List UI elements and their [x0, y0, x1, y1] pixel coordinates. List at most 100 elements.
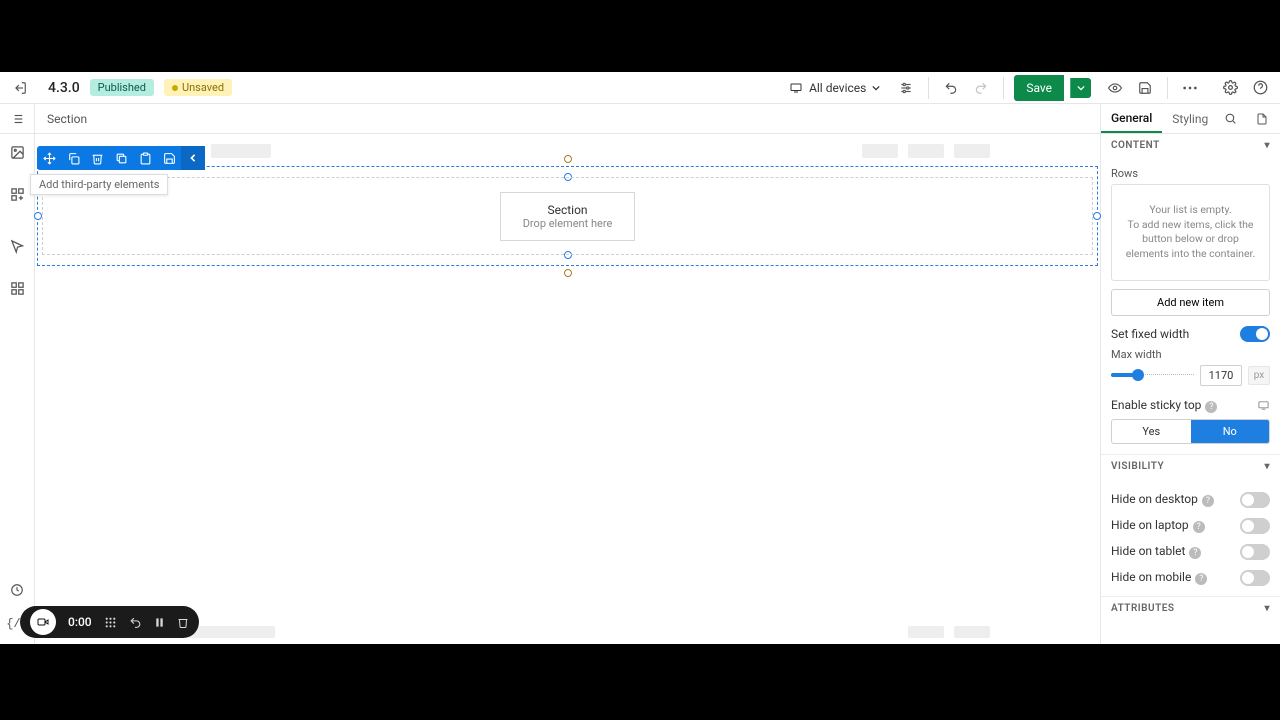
hide-laptop-label: Hide on laptop? — [1111, 518, 1205, 533]
more-icon[interactable] — [1178, 76, 1202, 100]
help-icon[interactable]: ? — [1193, 521, 1205, 533]
redo-icon[interactable] — [969, 76, 993, 100]
camera-icon[interactable] — [30, 609, 56, 635]
drop-box: Section Drop element here — [500, 192, 636, 241]
add-new-item-button[interactable]: Add new item — [1111, 289, 1270, 316]
resize-handle[interactable] — [564, 269, 572, 277]
preview-icon[interactable] — [1103, 76, 1127, 100]
resize-handle[interactable] — [34, 212, 42, 220]
help-icon[interactable]: ? — [1195, 573, 1207, 585]
page-icon[interactable] — [1250, 107, 1274, 131]
hide-laptop-toggle[interactable] — [1240, 518, 1270, 534]
exit-icon[interactable] — [8, 76, 32, 100]
max-width-slider[interactable] — [1111, 373, 1194, 377]
sticky-no[interactable]: No — [1191, 420, 1270, 443]
canvas-placeholder — [211, 144, 271, 158]
sticky-segmented: Yes No — [1111, 419, 1270, 444]
help-icon[interactable]: ? — [1189, 547, 1201, 559]
separator — [1167, 77, 1168, 99]
separator — [928, 77, 929, 99]
save-block-icon[interactable] — [157, 146, 181, 170]
chevron-down-icon: ▾ — [1264, 603, 1270, 614]
apps-icon[interactable] — [5, 276, 29, 300]
hide-desktop-toggle[interactable] — [1240, 492, 1270, 508]
max-width-unit[interactable]: px — [1248, 366, 1270, 385]
sticky-label: Enable sticky top? — [1111, 398, 1217, 413]
rows-empty-state: Your list is empty. To add new items, cl… — [1111, 184, 1270, 281]
visibility-section-head[interactable]: VISIBILITY ▾ — [1101, 454, 1280, 478]
header-bar: 4.3.0 Published Unsaved All devices Save — [0, 72, 1280, 104]
tab-styling[interactable]: Styling — [1162, 104, 1218, 133]
rail-tooltip: Add third-party elements — [30, 174, 168, 195]
inspector-panel: CONTENT ▾ Rows Your list is empty. To ad… — [1100, 134, 1280, 644]
move-rec-icon[interactable] — [104, 616, 117, 629]
delete-icon[interactable] — [85, 146, 109, 170]
restart-rec-icon[interactable] — [129, 616, 142, 629]
duplicate-icon[interactable] — [109, 146, 133, 170]
hide-tablet-toggle[interactable] — [1240, 544, 1270, 560]
section-title: Section — [523, 203, 613, 217]
hide-mobile-toggle[interactable] — [1240, 570, 1270, 586]
device-label: All devices — [809, 81, 866, 95]
settings-sliders-icon[interactable] — [894, 76, 918, 100]
search-icon[interactable] — [1218, 107, 1242, 131]
section-drop-area[interactable]: Section Drop element here — [42, 177, 1093, 255]
paste-icon[interactable] — [133, 146, 157, 170]
chevron-down-icon: ▾ — [1264, 140, 1270, 151]
device-selector[interactable]: All devices — [781, 77, 888, 99]
collapse-toolbar-icon[interactable] — [181, 146, 205, 170]
content-section-head[interactable]: CONTENT ▾ — [1101, 134, 1280, 157]
attributes-section-head[interactable]: ATTRIBUTES ▾ — [1101, 596, 1280, 620]
hide-tablet-label: Hide on tablet? — [1111, 544, 1201, 559]
rail-top-slot — [0, 104, 35, 133]
gear-icon[interactable] — [1218, 76, 1242, 100]
device-scope-icon[interactable] — [1257, 400, 1270, 411]
breadcrumb: Section — [35, 104, 1100, 133]
help-icon[interactable]: ? — [1202, 495, 1214, 507]
undo-icon[interactable] — [939, 76, 963, 100]
save-button[interactable]: Save — [1014, 75, 1064, 101]
save-file-icon[interactable] — [1133, 76, 1157, 100]
max-width-value[interactable]: 1170 — [1200, 365, 1242, 386]
left-rail: Add third-party elements {/} — [0, 134, 35, 644]
sticky-yes[interactable]: Yes — [1112, 420, 1191, 443]
pause-rec-icon[interactable] — [154, 616, 165, 629]
resize-handle[interactable] — [1093, 212, 1101, 220]
inspector-tabs: General Styling — [1100, 104, 1280, 133]
header-left: 4.3.0 Published Unsaved — [8, 76, 232, 100]
clock-icon[interactable] — [5, 578, 29, 602]
published-badge: Published — [90, 79, 154, 96]
help-icon[interactable]: ? — [1205, 401, 1217, 413]
image-icon[interactable] — [5, 140, 29, 164]
canvas[interactable]: Section Drop element here — [35, 134, 1100, 644]
list-icon[interactable] — [5, 107, 29, 131]
fixed-width-label: Set fixed width — [1111, 327, 1189, 341]
save-dropdown[interactable] — [1070, 78, 1091, 98]
attributes-heading: ATTRIBUTES — [1111, 603, 1174, 614]
canvas-placeholder — [908, 626, 990, 638]
fixed-width-toggle[interactable] — [1240, 326, 1270, 342]
move-icon[interactable] — [37, 146, 61, 170]
resize-handle[interactable] — [564, 155, 572, 163]
add-element-icon[interactable] — [5, 182, 29, 206]
app-root: 4.3.0 Published Unsaved All devices Save — [0, 72, 1280, 644]
cursor-icon[interactable] — [5, 234, 29, 258]
rows-label: Rows — [1111, 167, 1270, 180]
max-width-label: Max width — [1111, 348, 1270, 361]
selected-section[interactable]: Section Drop element here — [37, 166, 1098, 266]
hide-desktop-label: Hide on desktop? — [1111, 492, 1214, 507]
empty-text-1: Your list is empty. — [1120, 203, 1261, 218]
body: Add third-party elements {/} — [0, 134, 1280, 644]
copy-icon[interactable] — [61, 146, 85, 170]
sub-header: Section General Styling — [0, 104, 1280, 134]
tab-general[interactable]: General — [1101, 104, 1162, 133]
recording-controls: 0:00 — [20, 606, 199, 638]
separator — [1003, 77, 1004, 99]
unsaved-badge: Unsaved — [164, 79, 232, 96]
help-icon[interactable] — [1248, 76, 1272, 100]
recording-time: 0:00 — [68, 615, 92, 629]
hide-mobile-label: Hide on mobile? — [1111, 570, 1207, 585]
content-heading: CONTENT — [1111, 140, 1160, 151]
header-right: All devices Save — [781, 75, 1272, 101]
delete-rec-icon[interactable] — [177, 616, 189, 629]
